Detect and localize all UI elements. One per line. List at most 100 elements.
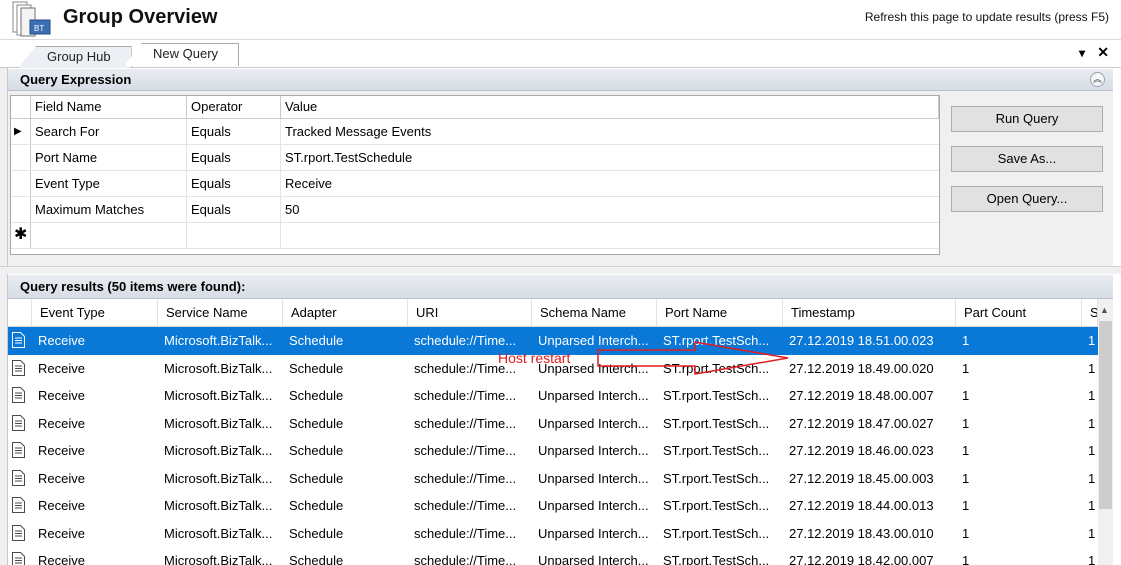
result-row[interactable]: Receive Microsoft.BizTalk... Schedule sched… bbox=[8, 492, 1098, 520]
vertical-scrollbar[interactable]: ▲ bbox=[1098, 299, 1113, 565]
result-row[interactable]: Receive Microsoft.BizTalk... Schedule sched… bbox=[8, 410, 1098, 438]
column-header-timestamp[interactable]: Timestamp bbox=[783, 299, 956, 327]
truncated-cell: 1 bbox=[1088, 553, 1096, 565]
column-header-adapter[interactable]: Adapter bbox=[283, 299, 408, 327]
refresh-hint: Refresh this page to update results (pre… bbox=[864, 10, 1109, 24]
query-row[interactable]: Port Name Equals ST.rport.TestSchedule bbox=[11, 145, 939, 171]
results-header: Event Type Service Name Adapter URI Sche… bbox=[8, 299, 1098, 327]
result-row[interactable]: Receive Microsoft.BizTalk... Schedule sched… bbox=[8, 382, 1098, 410]
event-type-cell: Receive bbox=[38, 415, 85, 431]
query-results-title: Query results (50 items were found): bbox=[8, 275, 1113, 299]
open-query-button[interactable]: Open Query... bbox=[951, 186, 1103, 212]
query-row[interactable]: ▶ Search For Equals Tracked Message Even… bbox=[11, 119, 939, 145]
column-header-part-count[interactable]: Part Count bbox=[956, 299, 1082, 327]
message-icon-cell bbox=[8, 355, 32, 383]
event-type-cell: Receive bbox=[38, 443, 85, 458]
adapter-cell: Schedule bbox=[289, 525, 344, 541]
service-name-cell: Microsoft.BizTalk... bbox=[164, 443, 273, 458]
part-count-cell: 1 bbox=[962, 553, 970, 565]
part-count-cell: 1 bbox=[962, 470, 970, 486]
operator-cell[interactable]: Equals bbox=[187, 171, 281, 196]
value-cell[interactable]: ST.rport.TestSchedule bbox=[281, 145, 939, 170]
result-row[interactable]: Receive Microsoft.BizTalk... Schedule sched… bbox=[8, 520, 1098, 548]
message-icon-cell bbox=[8, 547, 32, 565]
message-icon-cell bbox=[8, 382, 32, 410]
svg-text:BT: BT bbox=[34, 24, 44, 33]
document-icon bbox=[12, 442, 25, 458]
column-header-operator[interactable]: Operator bbox=[187, 96, 281, 118]
dropdown-pin-icon[interactable]: ▾ bbox=[1079, 46, 1085, 60]
save-as-button[interactable]: Save As... bbox=[951, 146, 1103, 172]
field-name-cell[interactable]: Search For bbox=[31, 119, 187, 144]
scrollbar-thumb[interactable] bbox=[1099, 321, 1112, 509]
scroll-up-icon[interactable]: ▲ bbox=[1100, 305, 1109, 315]
message-icon-cell bbox=[8, 492, 32, 520]
query-row[interactable]: Event Type Equals Receive bbox=[11, 171, 939, 197]
port-name-cell: ST.rport.TestSch... bbox=[663, 498, 770, 513]
schema-name-cell: Unparsed Interch... bbox=[538, 415, 649, 431]
value-cell[interactable]: Tracked Message Events bbox=[281, 119, 939, 144]
panel-splitter[interactable] bbox=[0, 266, 1121, 274]
column-header-event-type[interactable]: Event Type bbox=[32, 299, 158, 327]
schema-name-cell: Unparsed Interch... bbox=[538, 553, 649, 565]
collapse-icon[interactable]: ︽ bbox=[1090, 72, 1105, 87]
part-count-cell: 1 bbox=[962, 498, 970, 513]
value-cell[interactable]: 50 bbox=[281, 197, 939, 222]
column-header-service-name[interactable]: Service Name bbox=[158, 299, 283, 327]
annotation-arrow-icon bbox=[597, 341, 789, 375]
field-name-cell[interactable]: Maximum Matches bbox=[31, 197, 187, 222]
schema-name-cell: Unparsed Interch... bbox=[538, 525, 649, 541]
adapter-cell: Schedule bbox=[289, 443, 344, 458]
tab-new-query[interactable]: New Query bbox=[124, 43, 240, 66]
field-name-cell[interactable]: Event Type bbox=[31, 171, 187, 196]
new-row-icon: ✱ bbox=[11, 223, 31, 248]
column-header-field-name[interactable]: Field Name bbox=[31, 96, 187, 118]
document-icon bbox=[12, 359, 25, 376]
service-name-cell: Microsoft.BizTalk... bbox=[164, 415, 273, 431]
query-expression-panel: Field Name Operator Value ▶ Search For E… bbox=[8, 91, 1113, 266]
operator-cell[interactable]: Equals bbox=[187, 145, 281, 170]
document-icon bbox=[12, 524, 25, 541]
operator-cell[interactable]: Equals bbox=[187, 119, 281, 144]
message-icon-cell bbox=[8, 410, 32, 438]
value-cell[interactable] bbox=[281, 223, 939, 248]
run-query-button[interactable]: Run Query bbox=[951, 106, 1103, 132]
truncated-cell: 1 bbox=[1088, 360, 1096, 376]
result-row[interactable]: Receive Microsoft.BizTalk... Schedule sched… bbox=[8, 465, 1098, 493]
result-row[interactable]: Receive Microsoft.BizTalk... Schedule sched… bbox=[8, 547, 1098, 565]
column-header-uri[interactable]: URI bbox=[408, 299, 532, 327]
event-type-cell: Receive bbox=[38, 525, 85, 541]
document-icon bbox=[12, 414, 25, 431]
adapter-cell: Schedule bbox=[289, 360, 344, 376]
column-header-port-name[interactable]: Port Name bbox=[657, 299, 783, 327]
operator-cell[interactable] bbox=[187, 223, 281, 248]
truncated-cell: 1 bbox=[1088, 470, 1096, 486]
port-name-cell: ST.rport.TestSch... bbox=[663, 443, 770, 458]
query-row[interactable]: Maximum Matches Equals 50 bbox=[11, 197, 939, 223]
field-name-cell[interactable] bbox=[31, 223, 187, 248]
schema-name-cell: Unparsed Interch... bbox=[538, 443, 649, 458]
operator-cell[interactable]: Equals bbox=[187, 197, 281, 222]
message-icon-cell bbox=[8, 437, 32, 465]
field-name-cell[interactable]: Port Name bbox=[31, 145, 187, 170]
tab-group-hub[interactable]: Group Hub bbox=[18, 46, 132, 68]
port-name-cell: ST.rport.TestSch... bbox=[663, 388, 770, 403]
biztalk-group-icon: BT bbox=[12, 1, 51, 37]
truncated-cell: 1 bbox=[1088, 388, 1096, 403]
document-icon bbox=[12, 469, 25, 486]
close-icon[interactable]: ✕ bbox=[1097, 44, 1109, 61]
result-row[interactable]: Receive Microsoft.BizTalk... Schedule sched… bbox=[8, 437, 1098, 465]
truncated-cell: 1 bbox=[1088, 525, 1096, 541]
column-header-value[interactable]: Value bbox=[281, 96, 939, 118]
new-query-row[interactable]: ✱ bbox=[11, 223, 939, 249]
event-type-cell: Receive bbox=[38, 553, 85, 565]
value-cell[interactable]: Receive bbox=[281, 171, 939, 196]
row-selector bbox=[11, 171, 31, 196]
column-header-truncated[interactable]: S bbox=[1082, 299, 1098, 327]
column-header-schema-name[interactable]: Schema Name bbox=[532, 299, 657, 327]
adapter-cell: Schedule bbox=[289, 553, 344, 565]
service-name-cell: Microsoft.BizTalk... bbox=[164, 553, 273, 565]
message-icon-cell bbox=[8, 520, 32, 548]
timestamp-cell: 27.12.2019 18.43.00.010 bbox=[789, 525, 934, 541]
part-count-cell: 1 bbox=[962, 415, 970, 431]
